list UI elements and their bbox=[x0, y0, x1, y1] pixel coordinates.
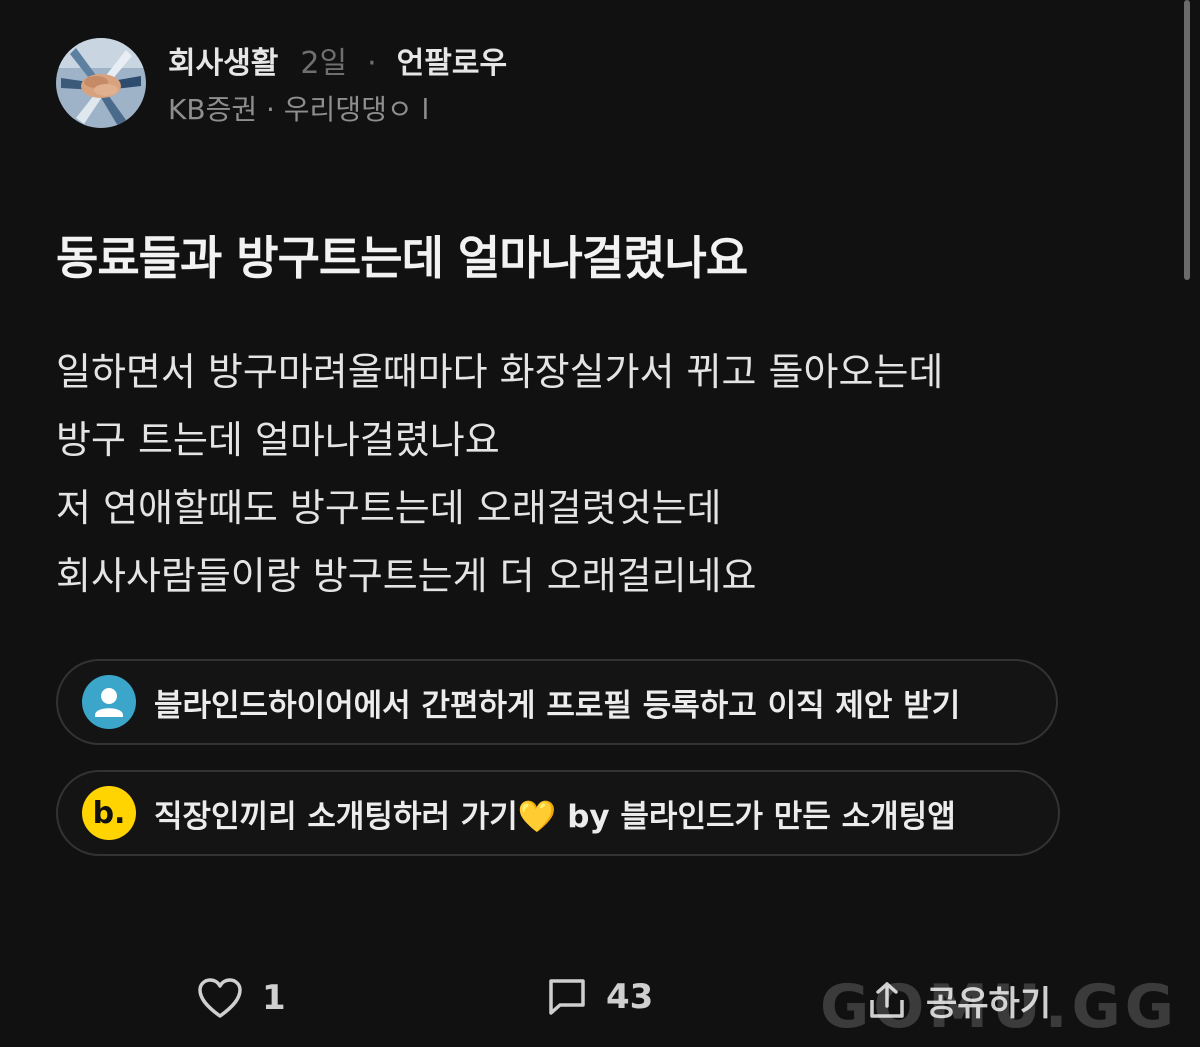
blind-hire-promo-banner[interactable]: 블라인드하이어에서 간편하게 프로필 등록하고 이직 제안 받기 bbox=[56, 659, 1058, 745]
post-title: 동료들과 방구트는데 얼마나걸렸나요 bbox=[56, 231, 748, 285]
post-time: 2일 bbox=[300, 46, 348, 81]
b-logo-icon: b. bbox=[82, 786, 136, 840]
share-button[interactable]: 공유하기 bbox=[866, 976, 1051, 1025]
scrollbar[interactable] bbox=[1184, 0, 1190, 280]
unfollow-button[interactable]: 언팔로우 bbox=[397, 38, 507, 82]
comment-button[interactable]: 43 bbox=[546, 976, 653, 1018]
share-label: 공유하기 bbox=[926, 984, 1052, 1024]
post-header: 회사생활 2일 · 언팔로우 KB증권 · 우리댕댕ㅇ l bbox=[56, 38, 507, 128]
post-actions-bar: 1 43 공유하기 bbox=[0, 968, 1200, 1028]
b-logo-letter: b. bbox=[92, 795, 126, 831]
like-button[interactable]: 1 bbox=[196, 976, 286, 1020]
channel-name[interactable]: 회사생활 bbox=[168, 38, 278, 82]
blind-dating-promo-banner[interactable]: b. 직장인끼리 소개팅하러 가기💛 by 블라인드가 만든 소개팅앱 bbox=[56, 770, 1060, 856]
post-body-line: 저 연애할때도 방구트는데 오래걸렷엇는데 bbox=[56, 486, 722, 530]
person-icon bbox=[82, 675, 136, 729]
post-body: 일하면서 방구마려울때마다 화장실가서 뀌고 돌아오는데 방구 트는데 얼마나걸… bbox=[56, 338, 943, 610]
post-body-line: 일하면서 방구마려울때마다 화장실가서 뀌고 돌아오는데 bbox=[56, 350, 944, 394]
comment-bubble-icon bbox=[549, 979, 585, 1015]
heart-icon bbox=[198, 978, 242, 1018]
like-count: 1 bbox=[262, 978, 286, 1018]
post-body-line: 방구 트는데 얼마나걸렸나요 bbox=[56, 418, 500, 462]
promo-text: 블라인드하이어에서 간편하게 프로필 등록하고 이직 제안 받기 bbox=[154, 687, 961, 724]
channel-avatar[interactable] bbox=[56, 38, 146, 128]
post-body-line: 회사사람들이랑 방구트는게 더 오래걸리네요 bbox=[56, 554, 757, 598]
promo-text: 직장인끼리 소개팅하러 가기💛 by 블라인드가 만든 소개팅앱 bbox=[154, 798, 956, 835]
share-icon bbox=[870, 981, 904, 1018]
hands-together-icon bbox=[56, 38, 146, 128]
author-info[interactable]: KB증권 · 우리댕댕ㅇ l bbox=[168, 88, 507, 128]
comment-count: 43 bbox=[606, 977, 654, 1017]
meta-separator: · bbox=[367, 46, 377, 81]
